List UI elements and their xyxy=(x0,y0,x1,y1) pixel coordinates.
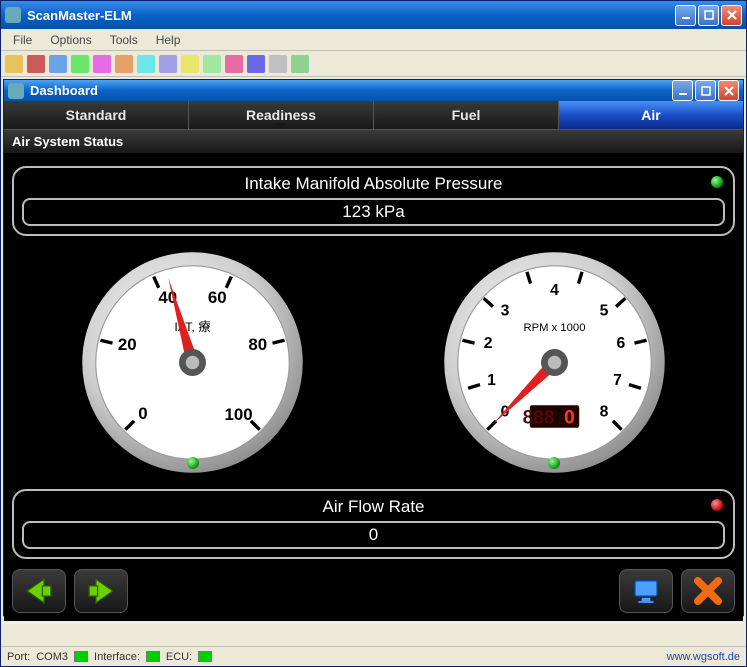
toolbar-icon[interactable] xyxy=(225,55,243,73)
tab-readiness[interactable]: Readiness xyxy=(188,101,373,129)
status-led-icon xyxy=(198,651,212,662)
close-button[interactable] xyxy=(721,5,742,26)
dashboard-window: Dashboard Standard Readiness Fuel Air Ai… xyxy=(3,79,744,616)
dashboard-body: Standard Readiness Fuel Air Air System S… xyxy=(4,101,743,621)
status-bar: Port: COM3 Interface: ECU: www.wgsoft.de xyxy=(1,646,746,666)
toolbar-icon[interactable] xyxy=(115,55,133,73)
content-area: Intake Manifold Absolute Pressure 123 kP… xyxy=(4,154,743,565)
svg-text:888: 888 xyxy=(522,407,554,428)
svg-text:RPM x 1000: RPM x 1000 xyxy=(523,322,585,334)
client-area: Dashboard Standard Readiness Fuel Air Ai… xyxy=(1,77,746,646)
status-port-value: COM3 xyxy=(36,651,68,663)
status-led-icon xyxy=(146,651,160,662)
dashboard-titlebar: Dashboard xyxy=(4,80,743,101)
gauge-led-icon xyxy=(548,457,560,469)
maximize-button[interactable] xyxy=(698,5,719,26)
status-led-icon xyxy=(711,176,723,188)
next-button[interactable] xyxy=(74,569,128,613)
toolbar xyxy=(1,51,746,77)
dash-close-button[interactable] xyxy=(718,80,739,101)
toolbar-icon[interactable] xyxy=(203,55,221,73)
svg-text:2: 2 xyxy=(483,335,492,352)
toolbar-icon[interactable] xyxy=(93,55,111,73)
minimize-button[interactable] xyxy=(675,5,696,26)
toolbar-icon[interactable] xyxy=(269,55,287,73)
menu-tools[interactable]: Tools xyxy=(102,31,146,49)
status-ecu-label: ECU: xyxy=(166,651,192,663)
dash-minimize-button[interactable] xyxy=(672,80,693,101)
svg-text:6: 6 xyxy=(616,335,625,352)
panel-value: 0 xyxy=(22,521,725,549)
status-interface-label: Interface: xyxy=(94,651,140,663)
cancel-button[interactable] xyxy=(681,569,735,613)
toolbar-icon[interactable] xyxy=(159,55,177,73)
main-title-text: ScanMaster-ELM xyxy=(27,8,132,23)
svg-text:20: 20 xyxy=(118,335,137,354)
dash-maximize-button[interactable] xyxy=(695,80,716,101)
tab-air[interactable]: Air xyxy=(558,101,743,129)
panel-value: 123 kPa xyxy=(22,198,725,226)
panel-title: Air Flow Rate xyxy=(22,497,725,517)
toolbar-icon[interactable] xyxy=(137,55,155,73)
main-titlebar: ScanMaster-ELM xyxy=(1,1,746,29)
toolbar-icon[interactable] xyxy=(49,55,67,73)
toolbar-icon[interactable] xyxy=(291,55,309,73)
toolbar-icon[interactable] xyxy=(27,55,45,73)
svg-text:0: 0 xyxy=(564,407,575,428)
status-led-icon xyxy=(711,499,723,511)
svg-text:100: 100 xyxy=(225,405,253,424)
tab-fuel[interactable]: Fuel xyxy=(373,101,558,129)
toolbar-icon[interactable] xyxy=(181,55,199,73)
app-icon xyxy=(5,7,21,23)
prev-button[interactable] xyxy=(12,569,66,613)
menu-help[interactable]: Help xyxy=(148,31,189,49)
status-link[interactable]: www.wgsoft.de xyxy=(667,651,740,663)
tab-bar: Standard Readiness Fuel Air xyxy=(4,101,743,129)
menubar: File Options Tools Help xyxy=(1,29,746,51)
main-window: ScanMaster-ELM File Options Tools Help xyxy=(0,0,747,667)
svg-text:7: 7 xyxy=(613,372,622,389)
panel-title: Intake Manifold Absolute Pressure xyxy=(22,174,725,194)
toolbar-icon[interactable] xyxy=(247,55,265,73)
svg-text:80: 80 xyxy=(249,335,268,354)
menu-options[interactable]: Options xyxy=(42,31,99,49)
menu-file[interactable]: File xyxy=(5,31,40,49)
toolbar-icon[interactable] xyxy=(5,55,23,73)
gauge-rpm: 0 1 2 3 4 5 6 7 8 RPM x 1000 xyxy=(442,250,667,475)
dashboard-icon xyxy=(8,83,24,99)
gauge-iat: 0 20 40 60 80 100 IAT, 療 xyxy=(80,250,305,475)
gauges-row: 0 20 40 60 80 100 IAT, 療 xyxy=(12,250,735,475)
svg-text:8: 8 xyxy=(599,404,608,421)
section-header: Air System Status xyxy=(4,129,743,154)
panel-air-flow: Air Flow Rate 0 xyxy=(12,489,735,559)
panel-manifold-pressure: Intake Manifold Absolute Pressure 123 kP… xyxy=(12,166,735,236)
bottom-button-bar xyxy=(4,565,743,621)
svg-text:5: 5 xyxy=(599,302,608,319)
svg-text:3: 3 xyxy=(500,302,509,319)
svg-text:0: 0 xyxy=(139,404,148,423)
tab-standard[interactable]: Standard xyxy=(4,101,188,129)
status-led-icon xyxy=(74,651,88,662)
toolbar-icon[interactable] xyxy=(71,55,89,73)
svg-text:60: 60 xyxy=(208,288,227,307)
svg-text:4: 4 xyxy=(550,282,559,299)
monitor-button[interactable] xyxy=(619,569,673,613)
svg-text:1: 1 xyxy=(487,372,496,389)
gauge-led-icon xyxy=(187,457,199,469)
dashboard-title-text: Dashboard xyxy=(30,83,98,98)
status-port-label: Port: xyxy=(7,651,30,663)
